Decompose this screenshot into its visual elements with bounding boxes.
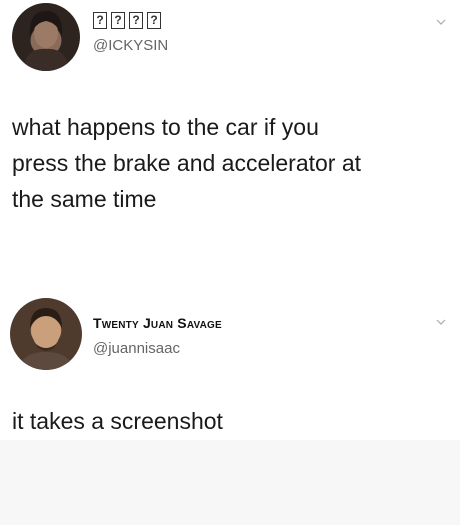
display-name[interactable]: ? ? ? ? [93,12,161,29]
display-name-glyph: ? [93,12,107,29]
avatar[interactable] [10,298,82,370]
bottom-empty-area [0,440,460,525]
display-name[interactable]: Twenty Juan Savage [93,315,222,331]
display-name-glyph: ? [111,12,125,29]
tweet-text-line: it takes a screenshot [12,408,223,434]
tweet-text: it takes a screenshot [12,403,452,439]
chevron-down-icon[interactable] [436,17,446,27]
handle[interactable]: @juannisaac [93,340,180,357]
tweet-text-line: what happens to the car if you [12,114,319,140]
tweet-text-line: press the brake and accelerator at [12,150,362,176]
tweet-text-line: the same time [12,186,157,212]
chevron-down-icon[interactable] [436,317,446,327]
display-name-text: Twenty Juan Savage [93,315,222,331]
display-name-glyph: ? [147,12,161,29]
tweet-text: what happens to the car if you press the… [12,109,452,217]
avatar-photo-icon [18,308,74,370]
avatar-photo-icon [22,11,70,71]
display-name-glyph: ? [129,12,143,29]
tweet-1: ? ? ? ? @ICKYSIN what happens to the car… [0,0,460,290]
handle[interactable]: @ICKYSIN [93,37,168,54]
tweet-2: Twenty Juan Savage @juannisaac it takes … [0,290,460,440]
avatar[interactable] [12,3,80,71]
